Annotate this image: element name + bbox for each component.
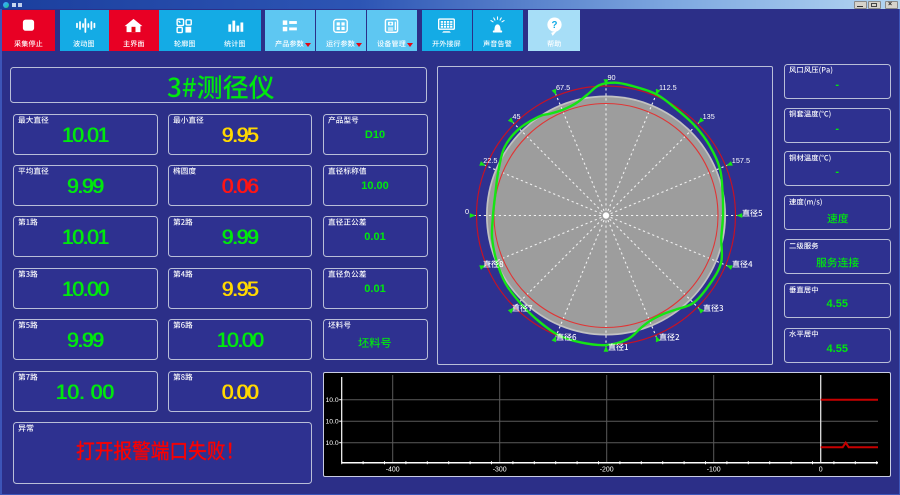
svg-text:10.0: 10.0 (326, 440, 339, 447)
svg-text:10.0: 10.0 (326, 397, 339, 404)
svg-text:-300: -300 (493, 467, 507, 474)
svg-text:-200: -200 (600, 467, 614, 474)
svg-text:10.0: 10.0 (326, 419, 339, 426)
svg-text:-400: -400 (386, 467, 400, 474)
svg-text:0: 0 (819, 467, 823, 474)
svg-text:?: ? (551, 20, 557, 31)
svg-text:-100: -100 (707, 467, 721, 474)
